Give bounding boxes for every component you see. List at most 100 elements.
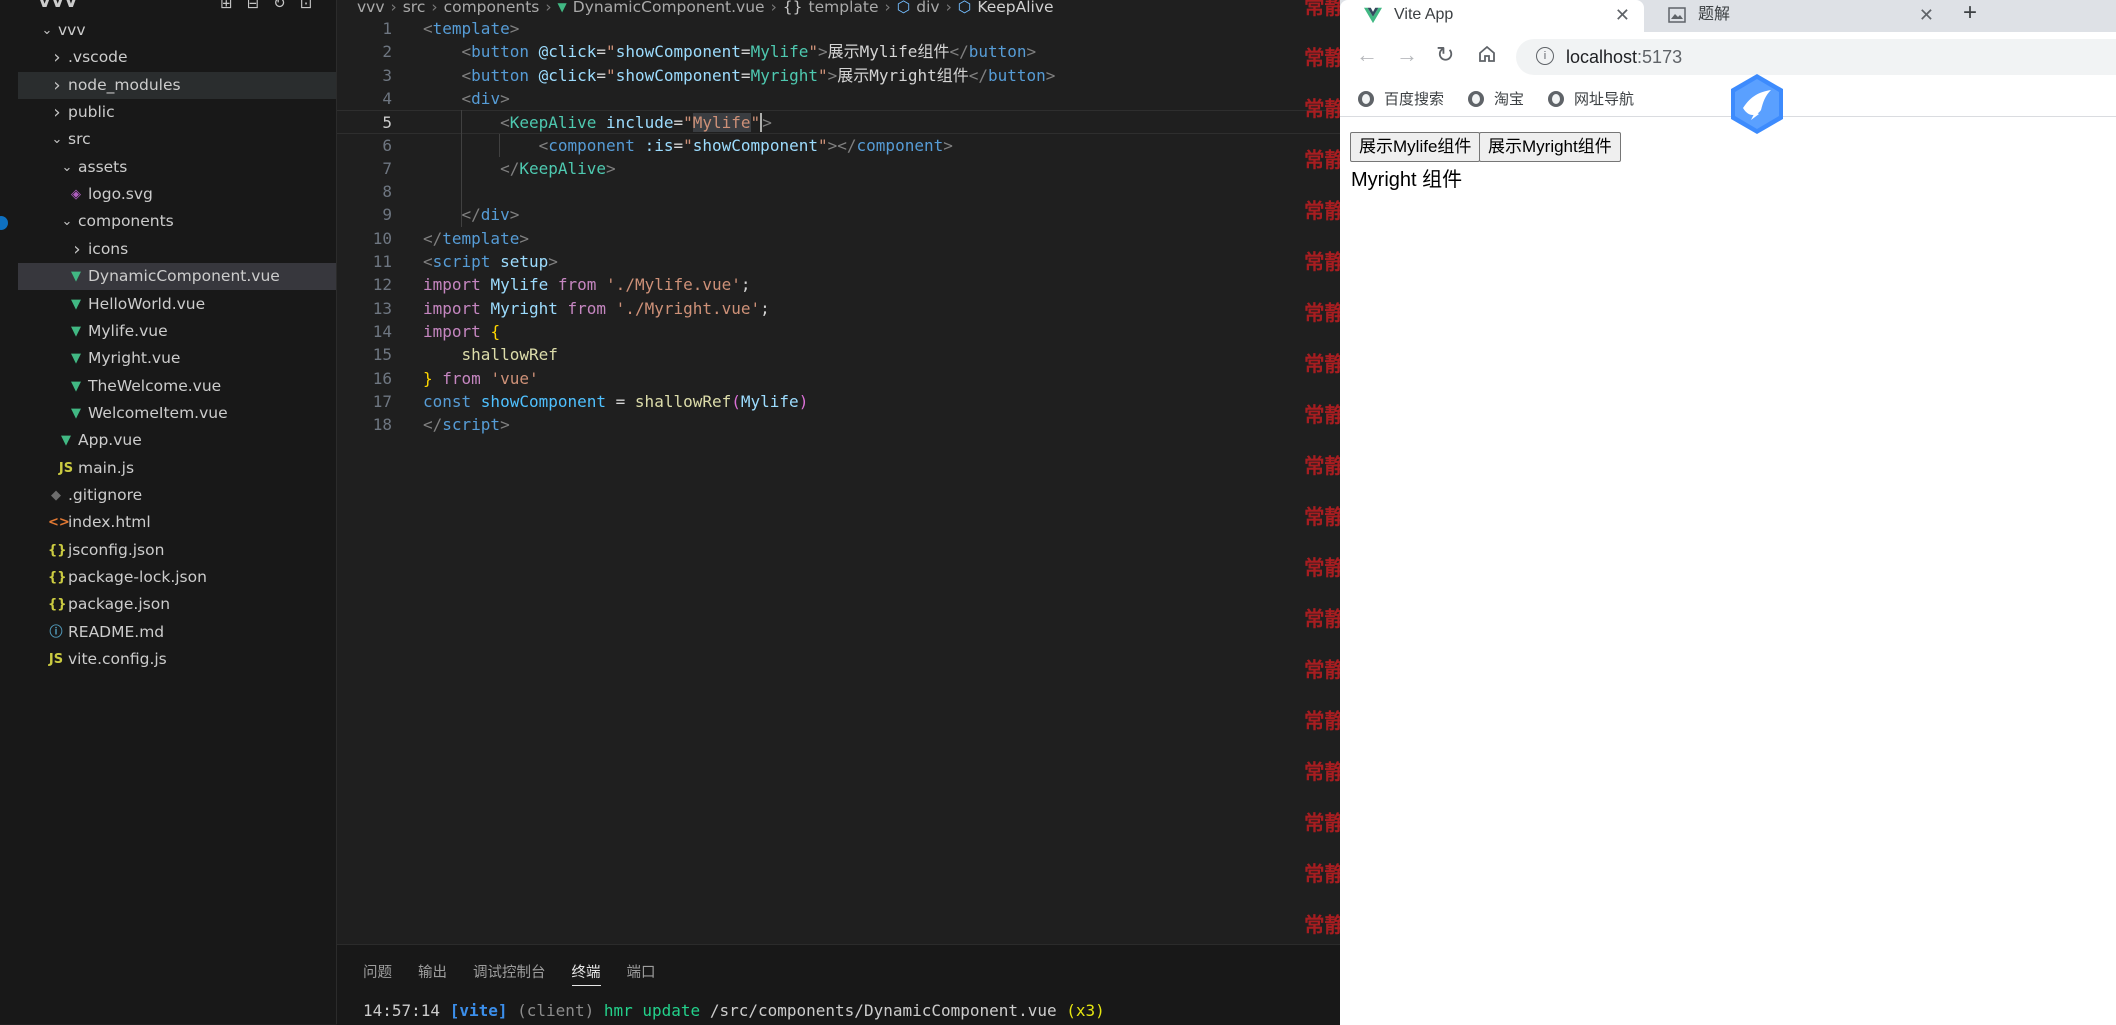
chevron-right-icon[interactable]: › xyxy=(50,99,64,126)
tree-item[interactable]: › public xyxy=(18,99,336,126)
code-line[interactable]: 6 <component :is="showComponent"></compo… xyxy=(337,134,1340,158)
bookmark-taobao[interactable]: 淘宝 xyxy=(1468,88,1524,109)
code-line[interactable]: 14 import { xyxy=(337,320,1340,344)
address-bar[interactable]: i localhost:5173 xyxy=(1516,39,2116,75)
back-icon[interactable]: ← xyxy=(1356,42,1378,68)
code-line[interactable]: 9 </div> xyxy=(337,203,1340,227)
chevron-down-icon[interactable]: ⌄ xyxy=(40,17,54,44)
chevron-right-icon[interactable]: › xyxy=(50,72,64,99)
tree-item[interactable]: ▼ WelcomeItem.vue xyxy=(18,400,336,427)
code-line[interactable]: 1 <template> xyxy=(337,17,1340,41)
show-myright-button[interactable]: 展示Myright组件 xyxy=(1479,132,1621,162)
tree-item[interactable]: › node_modules xyxy=(18,71,336,99)
chevron-right-icon[interactable]: › xyxy=(50,44,64,71)
code-line[interactable]: 8 xyxy=(337,180,1340,204)
code-token: = xyxy=(596,42,607,62)
tree-item[interactable]: ◆ .gitignore xyxy=(18,482,336,509)
tree-item-label: package-lock.json xyxy=(68,568,207,586)
code-line[interactable]: 18 </script> xyxy=(337,413,1340,437)
vue-file-icon: ▼ xyxy=(71,378,81,394)
tree-item-label: public xyxy=(68,103,115,122)
terminal-path: /src/components/DynamicComponent.vue xyxy=(709,1001,1057,1020)
tree-item[interactable]: {} package.json xyxy=(18,591,336,618)
tree-item[interactable]: › icons xyxy=(18,236,336,263)
breadcrumb-item[interactable]: src xyxy=(403,0,426,16)
code-token: @click xyxy=(538,65,597,85)
code-line[interactable]: 11 <script setup> xyxy=(337,250,1340,274)
tree-item[interactable]: {} package-lock.json xyxy=(18,564,336,591)
close-tab-icon[interactable]: ✕ xyxy=(1919,0,1934,30)
close-tab-icon[interactable]: ✕ xyxy=(1615,0,1630,30)
collapse-all-icon[interactable]: ⊡ xyxy=(300,0,313,12)
tree-item[interactable]: JS main.js xyxy=(18,455,336,482)
code-line[interactable]: 5 <KeepAlive include="Mylife" > xyxy=(337,110,1340,135)
tree-item[interactable]: ⌄ vvv xyxy=(18,17,336,44)
code-line[interactable]: 2 <button @click="showComponent=Mylife">… xyxy=(337,40,1340,64)
line-number: 2 xyxy=(382,42,392,62)
site-info-icon[interactable]: i xyxy=(1536,47,1554,65)
bookmark-nav[interactable]: 网址导航 xyxy=(1548,88,1634,109)
code-line[interactable]: 3 <button @click="showComponent=Myright"… xyxy=(337,64,1340,88)
tree-item[interactable]: ◈ logo.svg xyxy=(18,181,336,208)
bookmark-baidu[interactable]: 百度搜索 xyxy=(1358,88,1444,109)
tree-item[interactable]: ▼ App.vue xyxy=(18,427,336,454)
code-line[interactable]: 12 import Mylife from './Mylife.vue'; xyxy=(337,273,1340,297)
tree-item[interactable]: ▼ Mylife.vue xyxy=(18,318,336,345)
workspace-title[interactable]: VVV xyxy=(38,0,77,12)
terminal-output[interactable]: 14:57:14 [vite] (client) hmr update /src… xyxy=(363,1001,1105,1020)
breadcrumb-item[interactable]: div xyxy=(916,0,939,16)
panel-tab[interactable]: 端口 xyxy=(627,961,656,986)
tree-item[interactable]: <> index.html xyxy=(18,509,336,536)
chevron-down-icon[interactable]: ⌄ xyxy=(60,154,74,181)
tree-item[interactable]: ▼ HelloWorld.vue xyxy=(18,291,336,318)
tree-item[interactable]: › .vscode xyxy=(18,44,336,71)
code-line[interactable]: 13 import Myright from './Myright.vue'; xyxy=(337,297,1340,321)
chevron-down-icon[interactable]: ⌄ xyxy=(50,126,64,153)
panel-tab[interactable]: 输出 xyxy=(418,961,447,986)
tab-solution[interactable]: 题解 ✕ xyxy=(1644,0,1948,32)
line-number: 10 xyxy=(372,228,392,248)
accounts-badge[interactable] xyxy=(0,216,8,230)
panel-tab[interactable]: 终端 xyxy=(571,961,601,986)
code-line[interactable]: 7 </KeepAlive> xyxy=(337,157,1340,181)
tree-item[interactable]: ▼ DynamicComponent.vue xyxy=(18,263,336,291)
code-token: " xyxy=(606,42,616,62)
panel-tab[interactable]: 调试控制台 xyxy=(473,961,546,986)
code-line[interactable]: 17 const showComponent = shallowRef(Mylif… xyxy=(337,390,1340,414)
new-tab-icon[interactable]: + xyxy=(1963,0,1977,27)
refresh-icon[interactable]: ↻ xyxy=(273,0,286,12)
code-token: < xyxy=(500,113,510,133)
code-line[interactable]: 16} from 'vue' xyxy=(337,367,1340,391)
code-token: > xyxy=(1026,42,1037,62)
breadcrumb-item[interactable]: components xyxy=(444,0,540,16)
json-file-icon: {} xyxy=(48,597,67,613)
chevron-down-icon[interactable]: ⌄ xyxy=(60,208,74,235)
tree-item[interactable]: JS vite.config.js xyxy=(18,646,336,673)
home-icon[interactable] xyxy=(1477,44,1497,70)
code-line[interactable]: 15 shallowRef xyxy=(337,343,1340,367)
breadcrumb-item[interactable]: DynamicComponent.vue xyxy=(573,0,765,16)
new-folder-icon[interactable]: ⊟ xyxy=(247,0,260,12)
vue-file-icon: ▼ xyxy=(61,433,71,449)
tree-item[interactable]: ⓘ README.md xyxy=(18,619,336,646)
tree-item[interactable]: ⌄ components xyxy=(18,208,336,235)
tree-item[interactable]: ▼ TheWelcome.vue xyxy=(18,373,336,400)
tree-item[interactable]: ⌄ src xyxy=(18,126,336,153)
code-line[interactable]: 10 </template> xyxy=(337,227,1340,251)
breadcrumb-item[interactable]: KeepAlive xyxy=(977,0,1053,16)
forward-icon[interactable]: → xyxy=(1396,42,1418,68)
tree-item[interactable]: ▼ Myright.vue xyxy=(18,345,336,372)
breadcrumb-item[interactable]: vvv xyxy=(357,0,385,16)
panel-tab[interactable]: 问题 xyxy=(363,961,392,986)
chevron-right-icon[interactable]: › xyxy=(70,236,84,263)
show-mylife-button[interactable]: 展示Mylife组件 xyxy=(1350,132,1481,162)
code-line[interactable]: 4 <div> xyxy=(337,87,1340,111)
breadcrumb-item[interactable]: template xyxy=(809,0,879,16)
new-file-icon[interactable]: ⊞ xyxy=(220,0,233,12)
reload-icon[interactable]: ↻ xyxy=(1436,42,1454,68)
tree-item[interactable]: ⌄ assets xyxy=(18,154,336,181)
bird-hexagon-icon[interactable] xyxy=(1725,72,1789,136)
tab-vite-app[interactable]: Vite App ✕ xyxy=(1340,0,1644,32)
tree-item[interactable]: {} jsconfig.json xyxy=(18,537,336,564)
code-token: " xyxy=(683,135,693,155)
